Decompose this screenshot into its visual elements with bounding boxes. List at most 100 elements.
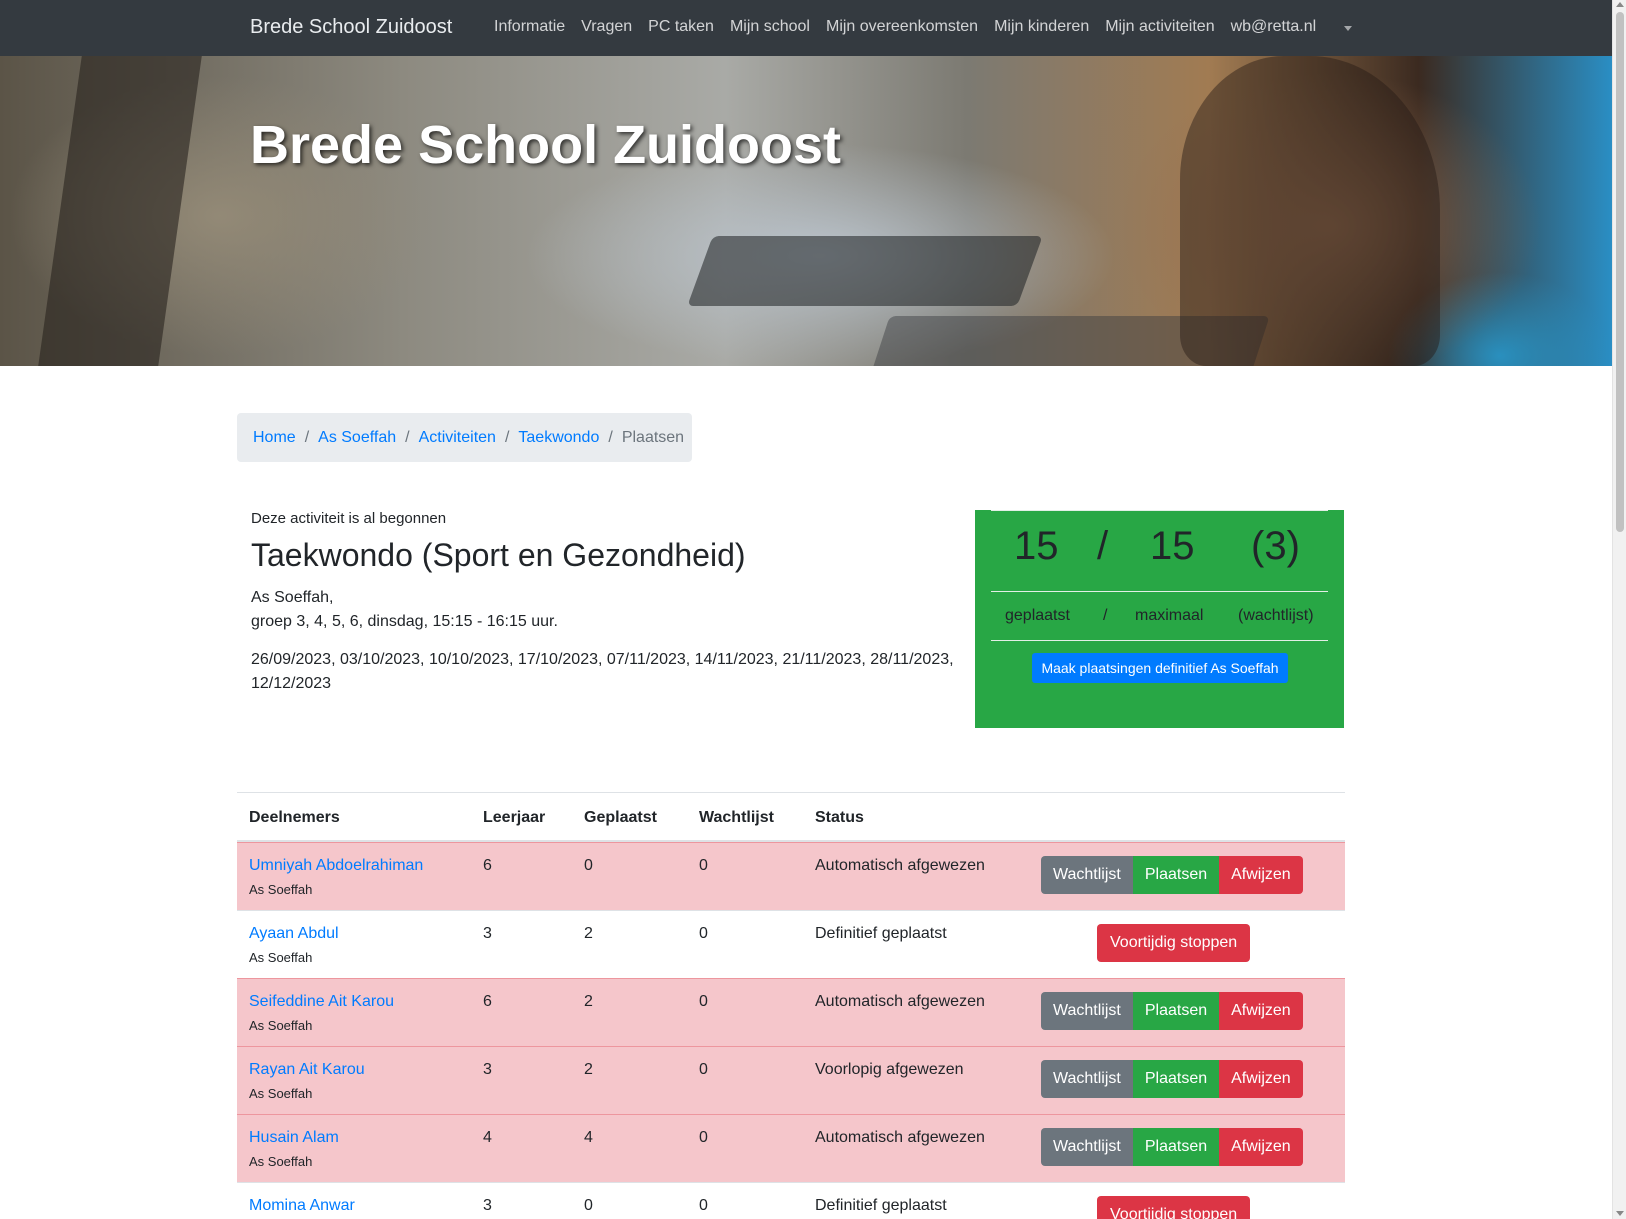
participant-school: As Soeffah: [249, 882, 313, 897]
participant-school: As Soeffah: [249, 1154, 313, 1169]
header-year[interactable]: Leerjaar: [483, 809, 545, 827]
place-button[interactable]: Plaatsen: [1132, 992, 1220, 1030]
stop-early-button[interactable]: Voortijdig stoppen: [1097, 1196, 1251, 1219]
participant-name-link[interactable]: Umniyah Abdoelrahiman: [249, 857, 423, 875]
table-row: Momina Anwar 3 0 0 Definitief geplaatst …: [237, 1182, 1345, 1219]
placement-stats-panel: 15 / 15 (3) geplaatst / maximaal (wachtl…: [975, 510, 1344, 728]
breadcrumb: Home / As Soeffah / Activiteiten / Taekw…: [237, 413, 692, 462]
participant-waitlist: 0: [699, 1061, 708, 1078]
header-placed[interactable]: Geplaatst: [584, 809, 657, 827]
place-button[interactable]: Plaatsen: [1132, 856, 1220, 894]
participant-name-link[interactable]: Rayan Ait Karou: [249, 1061, 365, 1079]
top-navbar: Brede School Zuidoost Informatie Vragen …: [0, 0, 1612, 56]
stop-early-button[interactable]: Voortijdig stoppen: [1097, 924, 1251, 962]
waitlist-button[interactable]: Wachtlijst: [1041, 1060, 1133, 1098]
nav-item-mijn-activiteiten[interactable]: Mijn activiteiten: [1105, 18, 1214, 36]
dropdown-caret-icon[interactable]: [1344, 26, 1352, 31]
row-action-group: Wachtlijst Plaatsen Afwijzen: [1041, 1128, 1303, 1166]
breadcrumb-activities[interactable]: Activiteiten: [419, 429, 496, 447]
reject-button[interactable]: Afwijzen: [1219, 1060, 1303, 1098]
participant-year: 6: [483, 993, 492, 1010]
participant-name-link[interactable]: Husain Alam: [249, 1129, 339, 1147]
table-row: Umniyah Abdoelrahiman As Soeffah 6 0 0 A…: [237, 842, 1345, 910]
participant-status: Definitief geplaatst: [815, 925, 947, 942]
participant-waitlist: 0: [699, 1197, 708, 1214]
maximum-count: 15: [1150, 524, 1195, 568]
breadcrumb-activity[interactable]: Taekwondo: [518, 429, 599, 447]
participants-table: Deelnemers Leerjaar Geplaatst Wachtlijst…: [237, 792, 1345, 1219]
header-participants[interactable]: Deelnemers: [249, 809, 340, 827]
reject-button[interactable]: Afwijzen: [1219, 856, 1303, 894]
nav-item-mijn-overeenkomsten[interactable]: Mijn overeenkomsten: [826, 18, 978, 36]
table-header: Deelnemers Leerjaar Geplaatst Wachtlijst…: [237, 792, 1345, 842]
nav-item-user-email[interactable]: wb@retta.nl: [1231, 18, 1317, 36]
table-row: Ayaan Abdul As Soeffah 3 2 0 Definitief …: [237, 910, 1345, 978]
participant-school: As Soeffah: [249, 1018, 313, 1033]
table-row: Husain Alam As Soeffah 4 4 0 Automatisch…: [237, 1114, 1345, 1182]
participant-year: 4: [483, 1129, 492, 1146]
hero-photo-child: [1180, 56, 1440, 366]
placed-label: geplaatst: [1005, 607, 1070, 624]
breadcrumb-home[interactable]: Home: [253, 429, 296, 447]
nav-item-pc-taken[interactable]: PC taken: [648, 18, 714, 36]
participant-name-link[interactable]: Ayaan Abdul: [249, 925, 339, 943]
waitlist-label: (wachtlijst): [1238, 607, 1314, 624]
divider: [991, 510, 1328, 511]
scrollbar-thumb[interactable]: [1616, 12, 1624, 532]
divider: [991, 591, 1328, 592]
place-button[interactable]: Plaatsen: [1132, 1060, 1220, 1098]
navbar-menu: Informatie Vragen PC taken Mijn school M…: [494, 18, 1332, 36]
nav-item-vragen[interactable]: Vragen: [581, 18, 632, 36]
activity-title: Taekwondo (Sport en Gezondheid): [251, 537, 746, 573]
waitlist-button[interactable]: Wachtlijst: [1041, 856, 1133, 894]
table-row: Rayan Ait Karou As Soeffah 3 2 0 Voorlop…: [237, 1046, 1345, 1114]
activity-schedule: groep 3, 4, 5, 6, dinsdag, 15:15 - 16:15…: [251, 613, 558, 630]
nav-item-mijn-kinderen[interactable]: Mijn kinderen: [994, 18, 1089, 36]
activity-dates: 26/09/2023, 03/10/2023, 10/10/2023, 17/1…: [251, 651, 954, 692]
participant-status: Voorlopig afgewezen: [815, 1061, 964, 1078]
table-row: Seifeddine Ait Karou As Soeffah 6 2 0 Au…: [237, 978, 1345, 1046]
participant-placed: 2: [584, 993, 593, 1010]
activity-status: Deze activiteit is al begonnen: [251, 510, 447, 527]
page-scrollbar[interactable]: [1612, 0, 1626, 1219]
place-button[interactable]: Plaatsen: [1132, 1128, 1220, 1166]
scroll-down-icon[interactable]: [1616, 1211, 1624, 1216]
scroll-up-icon[interactable]: [1616, 2, 1624, 7]
nav-item-mijn-school[interactable]: Mijn school: [730, 18, 810, 36]
stats-separator: /: [1097, 524, 1109, 568]
participant-status: Automatisch afgewezen: [815, 1129, 985, 1146]
participant-name-link[interactable]: Momina Anwar: [249, 1197, 355, 1215]
participant-waitlist: 0: [699, 1129, 708, 1146]
participant-status: Automatisch afgewezen: [815, 857, 985, 874]
participant-placed: 2: [584, 925, 593, 942]
reject-button[interactable]: Afwijzen: [1219, 1128, 1303, 1166]
participant-waitlist: 0: [699, 857, 708, 874]
header-waitlist[interactable]: Wachtlijst: [699, 809, 774, 827]
reject-button[interactable]: Afwijzen: [1219, 992, 1303, 1030]
participant-waitlist: 0: [699, 925, 708, 942]
row-action-group: Wachtlijst Plaatsen Afwijzen: [1041, 992, 1303, 1030]
finalize-placements-button[interactable]: Maak plaatsingen definitief As Soeffah: [1032, 653, 1288, 683]
participant-waitlist: 0: [699, 993, 708, 1010]
participant-year: 3: [483, 1197, 492, 1214]
breadcrumb-school[interactable]: As Soeffah: [318, 429, 396, 447]
divider: [991, 640, 1328, 641]
header-status[interactable]: Status: [815, 809, 864, 827]
participant-school: As Soeffah: [249, 1086, 313, 1101]
nav-item-informatie[interactable]: Informatie: [494, 18, 565, 36]
breadcrumb-separator: /: [608, 428, 613, 446]
hero-banner-image: Brede School Zuidoost: [0, 56, 1612, 366]
row-action-group: Wachtlijst Plaatsen Afwijzen: [1041, 1060, 1303, 1098]
participant-placed: 2: [584, 1061, 593, 1078]
participant-status: Definitief geplaatst: [815, 1197, 947, 1214]
participant-placed: 0: [584, 857, 593, 874]
waitlist-button[interactable]: Wachtlijst: [1041, 1128, 1133, 1166]
breadcrumb-separator: /: [304, 428, 310, 446]
participant-name-link[interactable]: Seifeddine Ait Karou: [249, 993, 394, 1011]
placed-count: 15: [1014, 524, 1059, 568]
waitlist-count: (3): [1251, 524, 1300, 568]
navbar-brand[interactable]: Brede School Zuidoost: [250, 16, 452, 39]
waitlist-button[interactable]: Wachtlijst: [1041, 992, 1133, 1030]
breadcrumb-separator: /: [504, 428, 510, 446]
participant-year: 6: [483, 857, 492, 874]
